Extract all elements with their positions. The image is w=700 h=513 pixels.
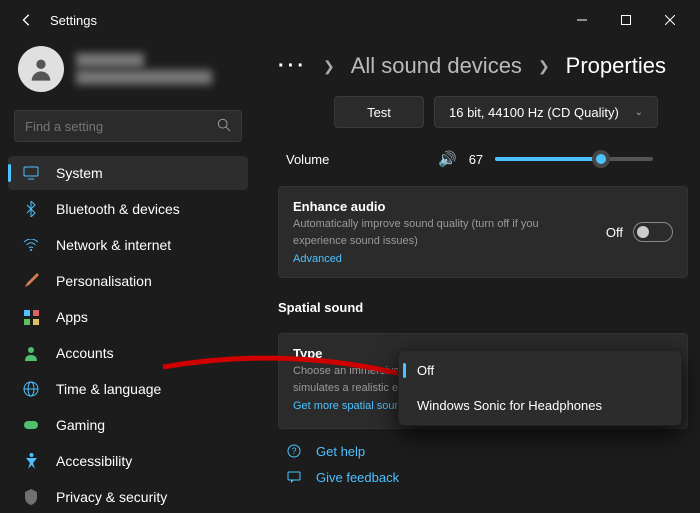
enhance-sub: Automatically improve sound quality (tur… xyxy=(293,216,553,249)
enhance-audio-card: Enhance audio Automatically improve soun… xyxy=(278,186,688,278)
search-icon xyxy=(217,118,231,135)
brush-icon xyxy=(22,272,40,290)
sidebar-item-accessibility[interactable]: Accessibility xyxy=(8,444,248,478)
sidebar-item-network[interactable]: Network & internet xyxy=(8,228,248,262)
chevron-right-icon: ❯ xyxy=(323,58,335,75)
sidebar-item-system[interactable]: System xyxy=(8,156,248,190)
search-input[interactable] xyxy=(14,110,242,142)
accessibility-icon xyxy=(22,452,40,470)
help-icon: ? xyxy=(286,443,302,459)
breadcrumb-more-button[interactable]: ··· xyxy=(278,55,307,78)
enhance-title: Enhance audio xyxy=(293,199,553,214)
svg-text:?: ? xyxy=(291,446,296,456)
person-icon xyxy=(22,344,40,362)
nav-list: System Bluetooth & devices Network & int… xyxy=(8,156,248,513)
search-field[interactable] xyxy=(25,119,217,134)
volume-row: Volume 🔊 67 xyxy=(286,150,688,168)
sidebar-item-label: Accessibility xyxy=(56,453,132,469)
sidebar-item-time-language[interactable]: Time & language xyxy=(8,372,248,406)
volume-slider[interactable] xyxy=(495,157,653,161)
maximize-button[interactable] xyxy=(604,5,648,35)
sidebar-item-privacy[interactable]: Privacy & security xyxy=(8,480,248,513)
spatial-sound-dropdown: Off Windows Sonic for Headphones xyxy=(398,350,682,426)
minimize-button[interactable] xyxy=(560,5,604,35)
user-email: ████████████████ xyxy=(76,69,212,86)
enhance-advanced-link[interactable]: Advanced xyxy=(293,253,553,265)
spatial-section-title: Spatial sound xyxy=(278,300,688,315)
sidebar-item-label: Time & language xyxy=(56,381,161,397)
give-feedback-link[interactable]: Give feedback xyxy=(286,469,688,485)
breadcrumb-current: Properties xyxy=(566,53,666,79)
sidebar-item-apps[interactable]: Apps xyxy=(8,300,248,334)
close-button[interactable] xyxy=(648,5,692,35)
bluetooth-icon xyxy=(22,200,40,218)
sidebar-item-label: Accounts xyxy=(56,345,114,361)
shield-icon xyxy=(22,488,40,506)
titlebar: Settings xyxy=(0,0,700,40)
volume-value: 67 xyxy=(469,152,483,167)
sidebar-item-accounts[interactable]: Accounts xyxy=(8,336,248,370)
user-name: ████████ xyxy=(76,52,212,69)
chevron-right-icon: ❯ xyxy=(538,58,550,75)
apps-icon xyxy=(22,308,40,326)
user-account-row[interactable]: ████████ ████████████████ xyxy=(8,40,248,106)
system-icon xyxy=(22,164,40,182)
sidebar-item-label: Apps xyxy=(56,309,88,325)
format-value: 16 bit, 44100 Hz (CD Quality) xyxy=(449,105,619,120)
wifi-icon xyxy=(22,236,40,254)
sidebar-item-label: Personalisation xyxy=(56,273,152,289)
test-button[interactable]: Test xyxy=(334,96,424,128)
breadcrumb-prev[interactable]: All sound devices xyxy=(351,53,522,79)
sidebar-item-label: Network & internet xyxy=(56,237,171,253)
avatar xyxy=(18,46,64,92)
toggle-state: Off xyxy=(606,225,623,240)
dropdown-option-sonic[interactable]: Windows Sonic for Headphones xyxy=(401,388,679,423)
main-panel: ··· ❯ All sound devices ❯ Properties Tes… xyxy=(256,40,700,513)
volume-label: Volume xyxy=(286,152,426,167)
gaming-icon xyxy=(22,416,40,434)
sidebar-item-label: Privacy & security xyxy=(56,489,167,505)
globe-icon xyxy=(22,380,40,398)
format-select[interactable]: 16 bit, 44100 Hz (CD Quality) ⌄ xyxy=(434,96,658,128)
sidebar: ████████ ████████████████ System Bluetoo… xyxy=(0,40,256,513)
sidebar-item-gaming[interactable]: Gaming xyxy=(8,408,248,442)
sidebar-item-bluetooth[interactable]: Bluetooth & devices xyxy=(8,192,248,226)
chevron-down-icon: ⌄ xyxy=(635,107,643,118)
back-button[interactable] xyxy=(16,9,38,31)
feedback-icon xyxy=(286,469,302,485)
sidebar-item-personalisation[interactable]: Personalisation xyxy=(8,264,248,298)
window-title: Settings xyxy=(50,13,97,28)
sidebar-item-label: Bluetooth & devices xyxy=(56,201,180,217)
breadcrumb: ··· ❯ All sound devices ❯ Properties xyxy=(278,40,688,88)
speaker-icon[interactable]: 🔊 xyxy=(438,150,457,168)
sidebar-item-label: Gaming xyxy=(56,417,105,433)
dropdown-option-off[interactable]: Off xyxy=(401,353,679,388)
enhance-toggle[interactable] xyxy=(633,222,673,242)
get-help-link[interactable]: ? Get help xyxy=(286,443,688,459)
sidebar-item-label: System xyxy=(56,165,103,181)
